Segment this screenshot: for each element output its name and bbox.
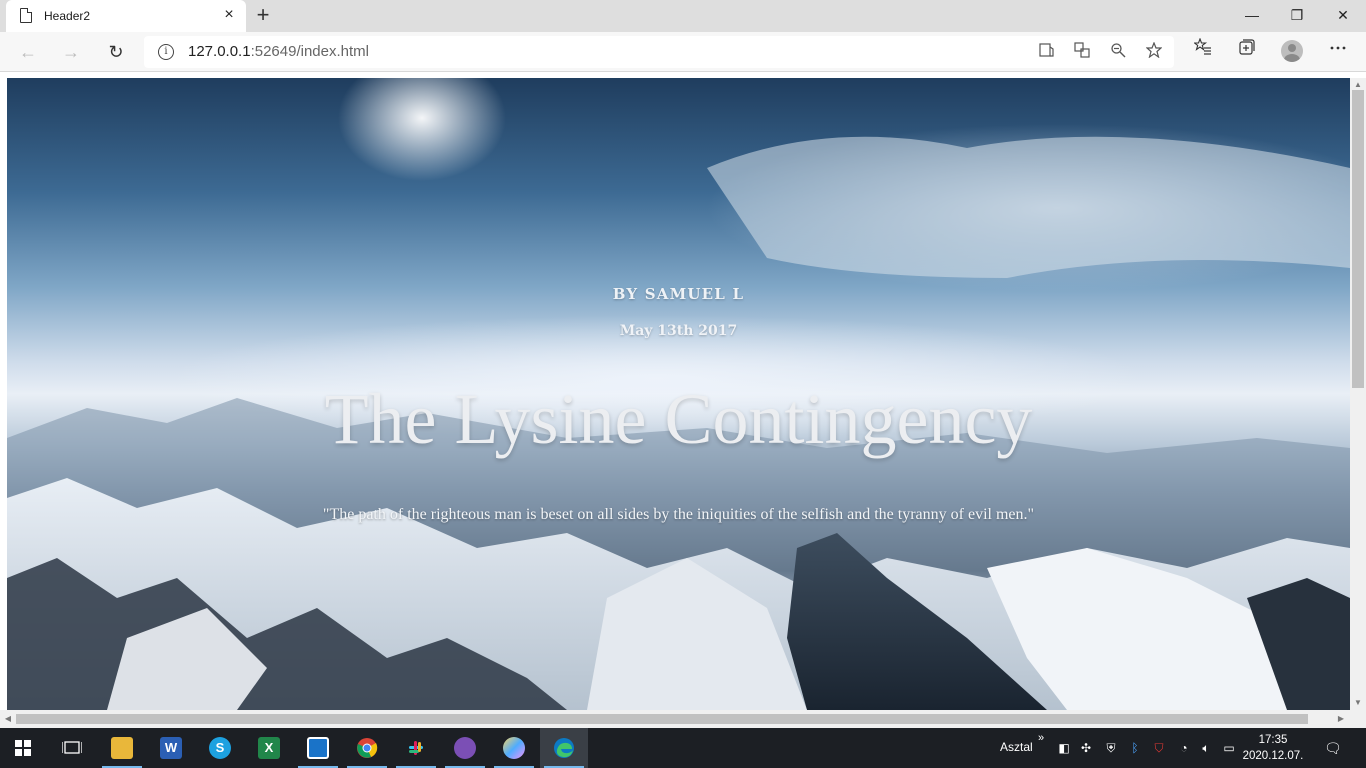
back-button[interactable]: ← xyxy=(14,38,42,66)
slack-icon[interactable] xyxy=(392,728,440,768)
word-icon[interactable]: W xyxy=(147,728,195,768)
new-tab-button[interactable]: + xyxy=(252,4,274,26)
horizontal-scrollbar[interactable]: ◀ ▶ xyxy=(0,710,1350,728)
scroll-right-arrow-icon[interactable]: ▶ xyxy=(1336,714,1346,724)
excel-icon[interactable]: X xyxy=(245,728,293,768)
collections-icon[interactable] xyxy=(1234,38,1260,64)
desktop-toolbar-label[interactable]: Asztal xyxy=(1000,740,1033,754)
hero-quote: "The path of the righteous man is beset … xyxy=(322,506,1035,523)
translate-icon[interactable] xyxy=(1072,42,1092,62)
url-path: :52649/index.html xyxy=(250,43,369,60)
file-explorer-icon[interactable] xyxy=(98,728,146,768)
notifications-icon[interactable]: 🗨︎ xyxy=(1324,740,1342,756)
volume-icon[interactable]: 🔈︎ xyxy=(1198,740,1214,756)
tab-title: Header2 xyxy=(44,9,91,23)
browser-tab[interactable]: Header2 × xyxy=(6,0,246,32)
browser-toolbar: ← → ↻ i 127.0.0.1:52649/index.html xyxy=(0,32,1366,72)
tab-strip: Header2 × + — ❐ ✕ xyxy=(0,0,1366,32)
close-window-button[interactable]: ✕ xyxy=(1320,0,1366,32)
favorites-list-icon[interactable] xyxy=(1190,37,1216,64)
defender-icon[interactable]: ⛨ xyxy=(1103,740,1119,756)
profile-avatar-icon[interactable] xyxy=(1281,40,1303,62)
scroll-down-arrow-icon[interactable]: ▼ xyxy=(1353,698,1363,708)
usb-icon[interactable]: ◧ xyxy=(1056,740,1072,756)
wifi-icon[interactable]: ◔ xyxy=(1176,740,1192,756)
toolbar-overflow-icon[interactable]: » xyxy=(1038,732,1044,744)
reload-button[interactable]: ↻ xyxy=(102,38,130,66)
clock-time: 17:35 xyxy=(1258,734,1288,746)
windows-taskbar: W S X Asztal » ◧ ✣ ⛨ ᛒ ⛉ ◔ 🔈︎ ▭ 17:35 20… xyxy=(0,728,1366,768)
hero-banner: BY SAMUEL L May 13th 2017 The Lysine Con… xyxy=(7,78,1350,710)
zoom-icon[interactable] xyxy=(1108,42,1128,62)
reader-view-icon[interactable] xyxy=(1036,42,1056,62)
hero-content: BY SAMUEL L May 13th 2017 The Lysine Con… xyxy=(7,78,1350,710)
site-info-icon[interactable]: i xyxy=(158,44,174,60)
tab-close-button[interactable]: × xyxy=(220,6,238,24)
chrome-icon[interactable] xyxy=(343,728,391,768)
minimize-button[interactable]: — xyxy=(1229,0,1275,32)
network-share-icon[interactable]: ✣ xyxy=(1078,740,1094,756)
bluetooth-icon[interactable]: ᛒ xyxy=(1127,740,1143,756)
notepad-icon[interactable] xyxy=(294,728,342,768)
edge-icon[interactable] xyxy=(540,728,588,768)
page-viewport: BY SAMUEL L May 13th 2017 The Lysine Con… xyxy=(0,73,1366,728)
scroll-left-arrow-icon[interactable]: ◀ xyxy=(3,714,13,724)
scroll-up-arrow-icon[interactable]: ▲ xyxy=(1353,80,1363,90)
restore-button[interactable]: ❐ xyxy=(1274,0,1320,32)
url-host: 127.0.0.1 xyxy=(188,43,251,60)
forward-button[interactable]: → xyxy=(57,38,85,66)
vertical-scrollbar[interactable]: ▲ ▼ xyxy=(1350,78,1366,710)
task-view-icon[interactable] xyxy=(48,728,96,768)
horizontal-scroll-thumb[interactable] xyxy=(16,714,1308,724)
paint-icon[interactable] xyxy=(490,728,538,768)
favorite-star-icon[interactable] xyxy=(1144,41,1164,62)
url-text[interactable]: 127.0.0.1:52649/index.html xyxy=(188,43,369,60)
author-byline: BY SAMUEL L xyxy=(612,285,745,303)
vertical-scroll-thumb[interactable] xyxy=(1352,90,1364,388)
scrollbar-corner xyxy=(1350,710,1366,728)
mcafee-icon[interactable]: ⛉ xyxy=(1151,740,1167,756)
start-button[interactable] xyxy=(15,740,31,756)
clock-date: 2020.12.07. xyxy=(1242,750,1304,762)
page-title: The Lysine Contingency xyxy=(324,379,1033,459)
post-date: May 13th 2017 xyxy=(619,323,738,339)
more-icon[interactable] xyxy=(1325,38,1351,64)
system-clock[interactable]: 17:35 2020.12.07. xyxy=(1240,732,1306,764)
battery-icon[interactable]: ▭ xyxy=(1221,740,1237,756)
page-icon xyxy=(20,8,32,23)
github-desktop-icon[interactable] xyxy=(441,728,489,768)
skype-icon[interactable]: S xyxy=(196,728,244,768)
address-bar[interactable]: i 127.0.0.1:52649/index.html xyxy=(144,36,1174,68)
